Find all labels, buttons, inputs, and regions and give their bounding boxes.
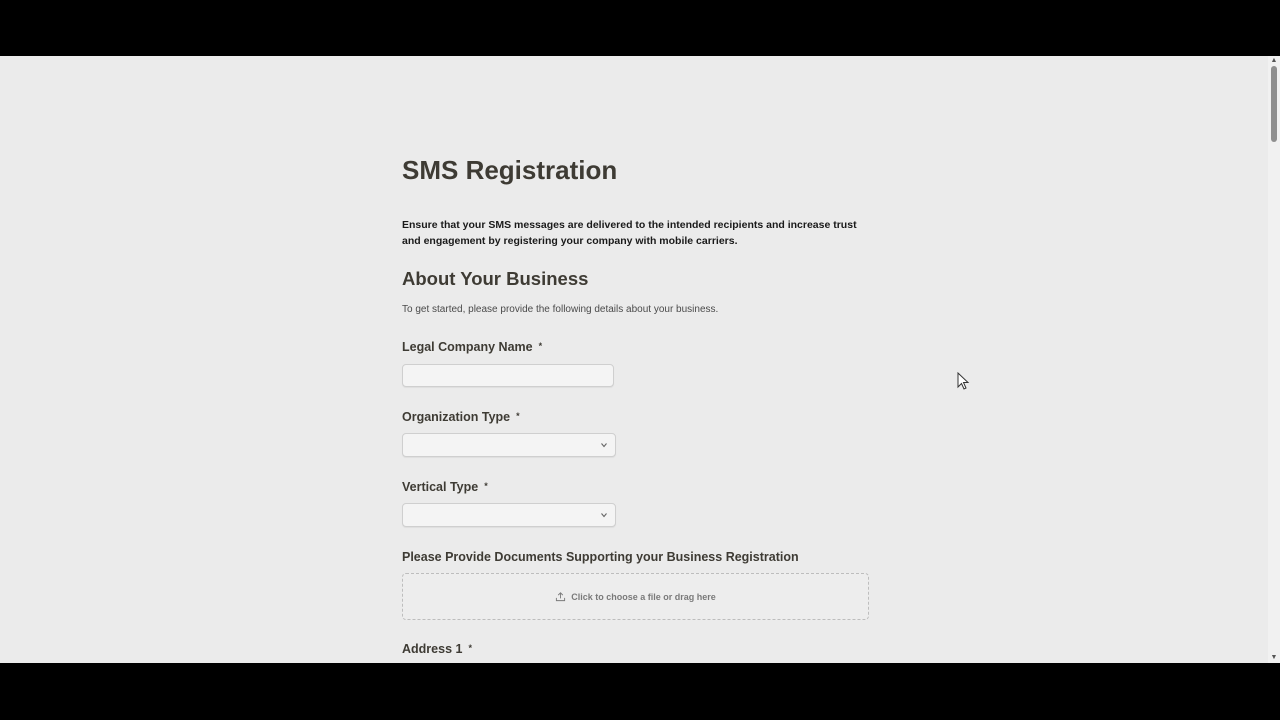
section-title: About Your Business [402, 268, 589, 289]
section-description: To get started, please provide the follo… [402, 304, 719, 315]
intro-text: Ensure that your SMS messages are delive… [402, 219, 857, 247]
legal-company-name-label-text: Legal Company Name [402, 340, 533, 354]
documents-label: Please Provide Documents Supporting your… [402, 550, 799, 564]
vertical-type-label-text: Vertical Type [402, 480, 479, 494]
top-letterbox [0, 0, 1280, 56]
vertical-type-label: Vertical Type * [402, 480, 488, 494]
legal-company-name-label: Legal Company Name * [402, 340, 542, 354]
mouse-pointer-icon [957, 372, 970, 390]
organization-type-select[interactable] [402, 433, 616, 457]
scrollbar-thumb[interactable] [1271, 66, 1277, 142]
file-dropzone[interactable]: Click to choose a file or drag here [402, 573, 869, 620]
required-mark: * [484, 481, 488, 491]
scroll-up-arrow-icon[interactable]: ▲ [1268, 56, 1280, 66]
scroll-down-arrow-icon[interactable]: ▼ [1268, 653, 1280, 663]
chevron-down-icon [601, 513, 607, 518]
page-title: SMS Registration [402, 155, 618, 185]
bottom-letterbox [0, 663, 1280, 720]
organization-type-label: Organization Type * [402, 410, 520, 424]
address1-label: Address 1 * [402, 642, 472, 656]
organization-type-label-text: Organization Type [402, 410, 511, 424]
required-mark: * [468, 643, 472, 653]
address1-label-text: Address 1 [402, 642, 463, 656]
upload-icon [556, 592, 566, 602]
required-mark: * [516, 411, 520, 421]
dropzone-text: Click to choose a file or drag here [571, 591, 716, 602]
legal-company-name-input[interactable] [402, 364, 614, 387]
vertical-scrollbar[interactable]: ▲ ▼ [1268, 56, 1280, 663]
required-mark: * [538, 341, 543, 351]
chevron-down-icon [601, 443, 607, 448]
vertical-type-select[interactable] [402, 503, 616, 527]
page-viewport: SMS Registration Ensure that your SMS me… [0, 56, 1268, 663]
